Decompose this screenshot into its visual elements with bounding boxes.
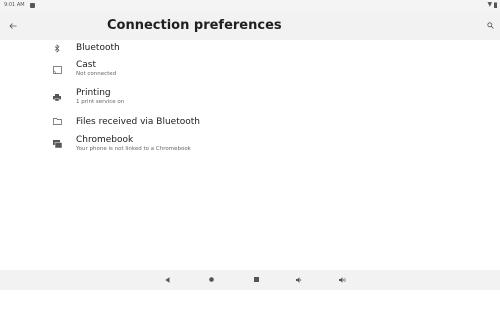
- search-button[interactable]: [487, 19, 497, 31]
- nav-recents-button[interactable]: [250, 274, 262, 286]
- signal-icon: ▼: [487, 1, 493, 8]
- printer-icon: [52, 94, 62, 104]
- list-item-files-received[interactable]: Files received via Bluetooth: [0, 114, 500, 131]
- preferences-list: Bluetooth Cast Not connected Printing 1 …: [0, 40, 500, 270]
- chromebook-icon: [52, 140, 62, 150]
- home-circle-icon: [208, 277, 214, 282]
- bluetooth-icon: [52, 44, 62, 54]
- screen: 9:01 AM ▼ Connection preferences Bluetoo…: [0, 0, 500, 317]
- volume-down-button[interactable]: [293, 274, 305, 286]
- list-item-cast[interactable]: Cast Not connected: [0, 57, 500, 82]
- status-time: 9:01 AM: [4, 2, 25, 8]
- arrow-back-icon: [9, 23, 17, 29]
- item-title: Printing: [76, 88, 111, 98]
- recents-square-icon: [253, 277, 259, 282]
- item-subtitle: Your phone is not linked to a Chromebook: [76, 146, 191, 152]
- status-bar: 9:01 AM ▼: [0, 0, 500, 12]
- nav-back-button[interactable]: [161, 274, 173, 286]
- list-item-chromebook[interactable]: Chromebook Your phone is not linked to a…: [0, 134, 500, 159]
- item-subtitle: 1 print service on: [76, 99, 125, 105]
- item-title: Files received via Bluetooth: [76, 117, 200, 127]
- notification-icon: [30, 3, 35, 8]
- cast-icon: [52, 66, 62, 76]
- battery-icon: [494, 2, 497, 8]
- nav-home-button[interactable]: [205, 274, 217, 286]
- item-title: Chromebook: [76, 135, 134, 145]
- folder-icon: [52, 118, 62, 128]
- list-item-printing[interactable]: Printing 1 print service on: [0, 85, 500, 110]
- list-item-bluetooth[interactable]: Bluetooth: [0, 40, 500, 57]
- page-title: Connection preferences: [107, 18, 282, 33]
- item-subtitle: Not connected: [76, 71, 117, 77]
- app-toolbar: Connection preferences: [0, 12, 500, 40]
- navigation-bar: [0, 270, 500, 290]
- back-triangle-icon: [164, 277, 169, 283]
- volume-down-icon: [295, 277, 301, 283]
- volume-up-button[interactable]: [337, 274, 349, 286]
- volume-up-icon: [339, 277, 346, 283]
- back-button[interactable]: [9, 19, 23, 33]
- item-title: Cast: [76, 60, 97, 70]
- item-title: Bluetooth: [76, 43, 120, 53]
- bottom-blank-area: [0, 290, 500, 317]
- search-icon: [487, 22, 494, 29]
- status-icons: ▼: [487, 1, 497, 9]
